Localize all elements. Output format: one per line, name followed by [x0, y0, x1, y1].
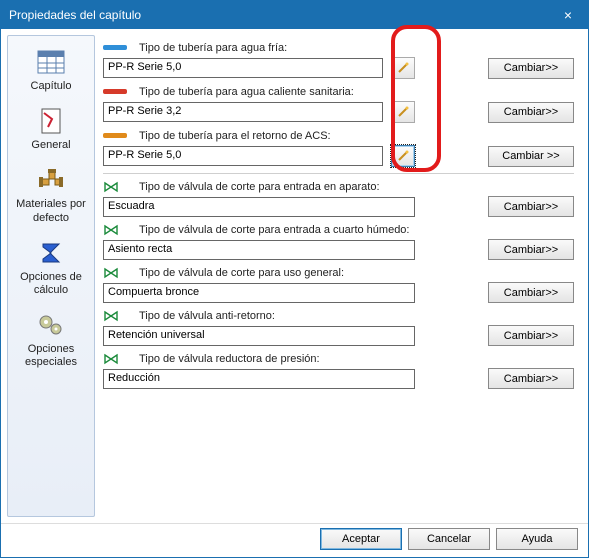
accept-button[interactable]: Aceptar	[320, 528, 402, 550]
window-title: Propiedades del capítulo	[9, 8, 548, 22]
sidebar-item-general[interactable]: General	[12, 101, 90, 158]
sidebar-item-capitulo[interactable]: Capítulo	[12, 42, 90, 99]
valve-row: Tipo de válvula anti-retorno: Retención …	[103, 307, 574, 346]
table-icon	[14, 46, 88, 78]
pipe-value-field[interactable]: PP-R Serie 5,0	[103, 146, 383, 166]
change-button[interactable]: Cambiar>>	[488, 368, 574, 389]
pipe-value-field[interactable]: PP-R Serie 3,2	[103, 102, 383, 122]
valve-icon	[103, 224, 131, 236]
valve-icon	[103, 267, 131, 279]
pipe-label: Tipo de tubería para agua caliente sanit…	[139, 86, 354, 98]
pipe-icon	[103, 87, 131, 97]
sigma-icon	[14, 237, 88, 269]
change-button[interactable]: Cambiar>>	[488, 239, 574, 260]
magic-wand-button[interactable]	[391, 145, 415, 167]
pipe-label: Tipo de tubería para agua fría:	[139, 42, 287, 54]
valve-value-field[interactable]: Escuadra	[103, 197, 415, 217]
titlebar: Propiedades del capítulo ×	[1, 1, 588, 29]
sidebar-item-label: General	[31, 139, 70, 151]
cancel-button[interactable]: Cancelar	[408, 528, 490, 550]
valve-label: Tipo de válvula reductora de presión:	[139, 353, 320, 365]
change-button[interactable]: Cambiar>>	[488, 196, 574, 217]
sidebar-item-label: Capítulo	[31, 80, 72, 92]
pipe-value-field[interactable]: PP-R Serie 5,0	[103, 58, 383, 78]
close-button[interactable]: ×	[548, 1, 588, 29]
pipe-row: Tipo de tubería para agua fría: PP-R Ser…	[103, 39, 574, 79]
valve-label: Tipo de válvula de corte para entrada a …	[139, 224, 409, 236]
valve-label: Tipo de válvula de corte para uso genera…	[139, 267, 344, 279]
valve-icon	[103, 181, 131, 193]
pipe-fitting-icon	[14, 164, 88, 196]
help-button[interactable]: Ayuda	[496, 528, 578, 550]
pipe-row: Tipo de tubería para el retorno de ACS: …	[103, 127, 574, 167]
valve-row: Tipo de válvula de corte para entrada a …	[103, 221, 574, 260]
sidebar-item-materiales[interactable]: Materiales por defecto	[12, 160, 90, 230]
valve-value-field[interactable]: Reducción	[103, 369, 415, 389]
valve-icon	[103, 310, 131, 322]
change-button[interactable]: Cambiar>>	[488, 282, 574, 303]
dialog-footer: Aceptar Cancelar Ayuda	[1, 523, 588, 553]
valve-label: Tipo de válvula anti-retorno:	[139, 310, 275, 322]
change-button[interactable]: Cambiar>>	[488, 325, 574, 346]
pipe-icon	[103, 43, 131, 53]
pipe-row: Tipo de tubería para agua caliente sanit…	[103, 83, 574, 123]
sidebar-item-opciones-especiales[interactable]: Opciones especiales	[12, 305, 90, 375]
sidebar-item-label: Opciones especiales	[25, 343, 77, 368]
page-icon	[14, 105, 88, 137]
valve-value-field[interactable]: Asiento recta	[103, 240, 415, 260]
valve-row: Tipo de válvula de corte para entrada en…	[103, 178, 574, 217]
sidebar: Capítulo General Materiales por defecto …	[7, 35, 95, 517]
content-area: Capítulo General Materiales por defecto …	[1, 29, 588, 523]
valve-row: Tipo de válvula reductora de presión: Re…	[103, 350, 574, 389]
change-button[interactable]: Cambiar >>	[488, 146, 574, 167]
sidebar-item-label: Materiales por defecto	[16, 198, 86, 223]
change-button[interactable]: Cambiar>>	[488, 58, 574, 79]
valve-icon	[103, 353, 131, 365]
pipe-label: Tipo de tubería para el retorno de ACS:	[139, 130, 331, 142]
sidebar-item-label: Opciones de cálculo	[20, 271, 82, 296]
valve-value-field[interactable]: Compuerta bronce	[103, 283, 415, 303]
change-button[interactable]: Cambiar>>	[488, 102, 574, 123]
valve-value-field[interactable]: Retención universal	[103, 326, 415, 346]
pipe-icon	[103, 131, 131, 141]
main-panel: Tipo de tubería para agua fría: PP-R Ser…	[95, 35, 582, 517]
gears-icon	[14, 309, 88, 341]
divider	[103, 173, 574, 174]
valve-row: Tipo de válvula de corte para uso genera…	[103, 264, 574, 303]
sidebar-item-opciones-calculo[interactable]: Opciones de cálculo	[12, 233, 90, 303]
valve-label: Tipo de válvula de corte para entrada en…	[139, 181, 380, 193]
magic-wand-button[interactable]	[391, 101, 415, 123]
magic-wand-button[interactable]	[391, 57, 415, 79]
